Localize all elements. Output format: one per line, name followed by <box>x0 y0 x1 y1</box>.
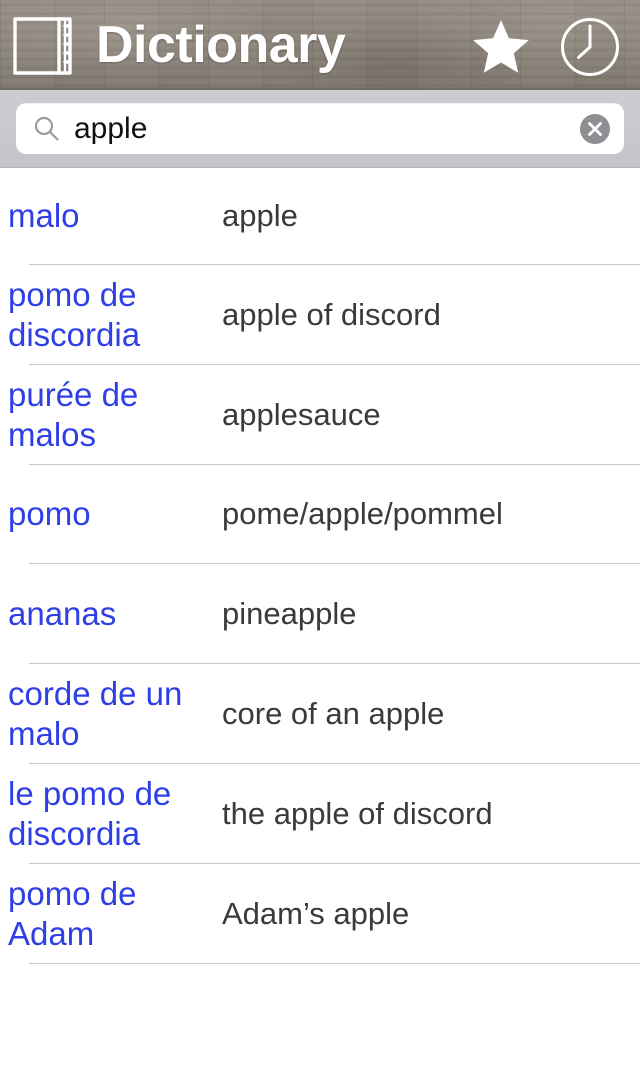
list-end-separator <box>0 963 640 964</box>
table-row[interactable]: pomo pome/apple/pommel <box>0 464 640 563</box>
result-term: malo <box>8 197 80 234</box>
result-definition: apple <box>222 198 298 233</box>
result-definition: pineapple <box>222 595 357 631</box>
result-definition: pome/apple/pommel <box>222 496 503 531</box>
search-input[interactable]: apple <box>16 103 624 154</box>
table-row[interactable]: le pomo de discordia the apple of discor… <box>0 763 640 863</box>
table-row[interactable]: malo apple <box>0 168 640 264</box>
result-term: le pomo de discordia <box>8 774 172 852</box>
table-row[interactable]: ananas pineapple <box>0 563 640 663</box>
navigation-bar: Dictionary <box>0 0 640 90</box>
result-term: corde de un malo <box>8 674 183 752</box>
table-row[interactable]: pomo de Adam Adam’s apple <box>0 863 640 963</box>
result-term: pomo <box>8 495 91 532</box>
clear-icon[interactable] <box>580 114 610 144</box>
result-definition: the apple of discord <box>222 795 493 831</box>
search-icon <box>34 116 59 141</box>
result-definition: Adam’s apple <box>222 895 410 931</box>
empty-list-area <box>0 964 640 1056</box>
result-term: purée de malos <box>8 375 139 453</box>
result-definition: core of an apple <box>222 695 445 731</box>
table-row[interactable]: purée de malos applesauce <box>0 364 640 464</box>
search-bar: apple <box>0 90 640 168</box>
clock-icon[interactable] <box>560 17 620 77</box>
book-icon <box>12 15 78 77</box>
result-term: ananas <box>8 594 117 632</box>
result-definition: applesauce <box>222 396 381 432</box>
result-term: pomo de discordia <box>8 275 141 353</box>
page-title: Dictionary <box>96 16 346 74</box>
search-input-value[interactable]: apple <box>74 103 147 154</box>
star-icon[interactable] <box>472 19 530 74</box>
table-row[interactable]: corde de un malo core of an apple <box>0 663 640 763</box>
result-term: pomo de Adam <box>8 874 137 952</box>
result-definition: apple of discord <box>222 296 441 332</box>
table-row[interactable]: pomo de discordia apple of discord <box>0 264 640 364</box>
search-results-list[interactable]: malo apple pomo de discordia apple of di… <box>0 168 640 1056</box>
